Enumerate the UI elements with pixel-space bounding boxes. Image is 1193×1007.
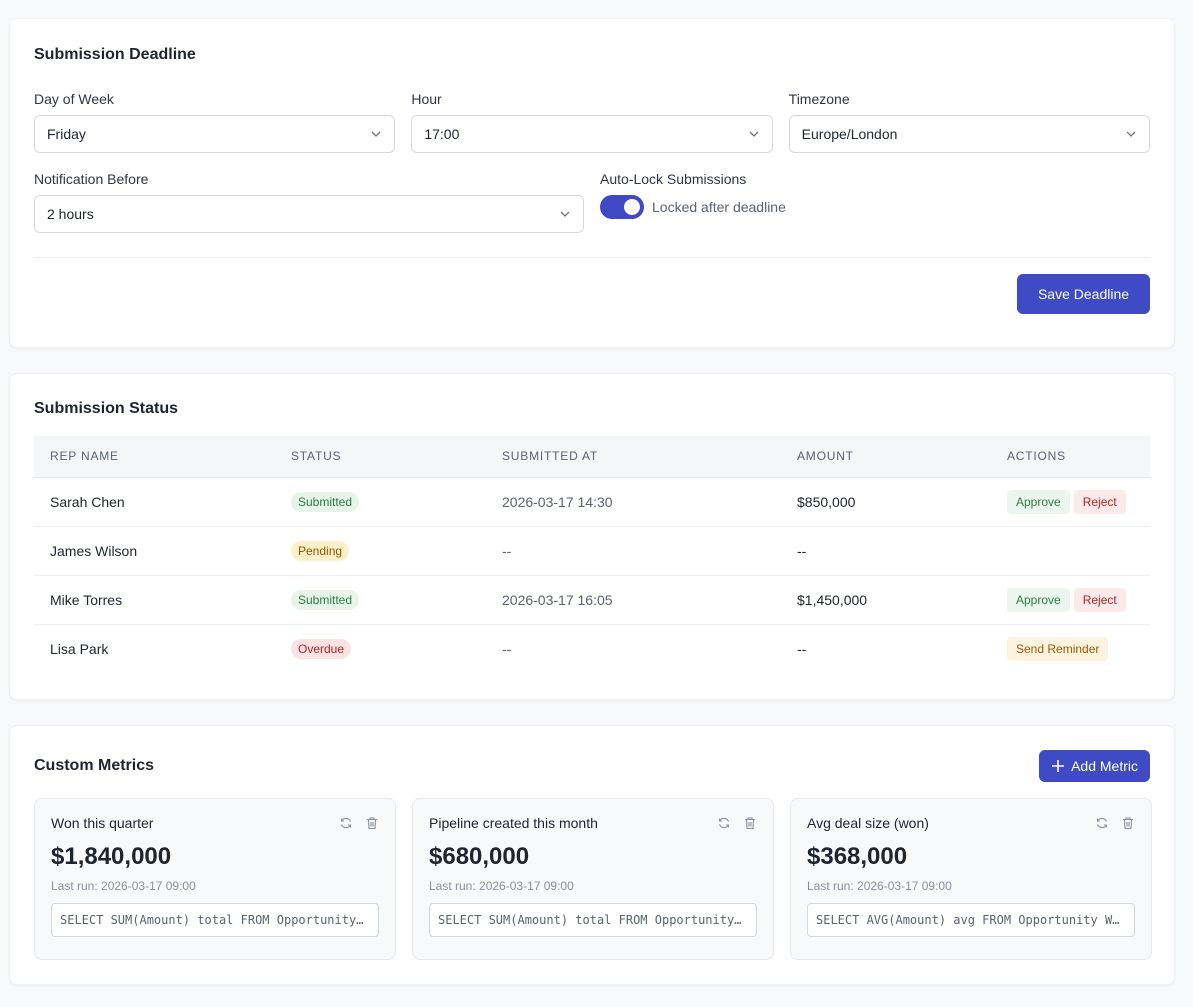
auto-lock-label: Auto-Lock Submissions	[600, 171, 747, 187]
metric-query-text: SELECT AVG(Amount) avg FROM Opportunity …	[816, 913, 1126, 927]
add-metric-label: Add Metric	[1071, 758, 1138, 774]
day-of-week-value: Friday	[47, 126, 86, 142]
metric-value: $368,000	[807, 843, 908, 870]
timezone-select[interactable]: Europe/London	[788, 115, 1150, 153]
column-header-amount: AMOUNT	[781, 436, 991, 478]
notification-before-label: Notification Before	[34, 171, 149, 187]
metric-value: $1,840,000	[51, 843, 172, 870]
status-badge: Submitted	[291, 589, 360, 610]
metric-value: $680,000	[429, 843, 530, 870]
metric-last-run: Last run: 2026-03-17 09:00	[429, 879, 574, 893]
divider	[34, 257, 1150, 258]
add-metric-button[interactable]: Add Metric	[1039, 750, 1150, 782]
table-row: Sarah Chen Submitted 2026-03-17 14:30 $8…	[34, 477, 1150, 527]
refresh-icon[interactable]	[717, 816, 731, 830]
metric-name: Avg deal size (won)	[807, 815, 929, 831]
column-header-rep-name: REP NAME	[34, 436, 275, 478]
timezone-value: Europe/London	[801, 126, 898, 142]
column-header-status: STATUS	[275, 436, 486, 478]
submitted-at: 2026-03-17 14:30	[486, 477, 781, 527]
metric-name: Pipeline created this month	[429, 815, 598, 831]
rep-name: Mike Torres	[34, 575, 275, 625]
submitted-at: --	[502, 640, 512, 657]
submitted-at: 2026-03-17 16:05	[486, 575, 781, 625]
deadline-title: Submission Deadline	[34, 46, 196, 63]
column-header-submitted-at: SUBMITTED AT	[486, 436, 781, 478]
amount: --	[797, 640, 807, 657]
submission-status-table: REP NAME STATUS SUBMITTED AT AMOUNT ACTI…	[34, 436, 1150, 673]
amount: --	[781, 526, 991, 576]
metric-last-run: Last run: 2026-03-17 09:00	[51, 879, 196, 893]
reject-button[interactable]: Reject	[1073, 587, 1126, 612]
notification-before-field: Notification Before 2 hours	[34, 171, 584, 233]
rep-name: Lisa Park	[50, 640, 109, 657]
amount: $1,450,000	[781, 575, 991, 625]
refresh-icon[interactable]	[339, 816, 353, 830]
amount: $850,000	[781, 477, 991, 527]
chevron-down-icon	[1126, 131, 1136, 137]
metric-query-text: SELECT SUM(Amount) total FROM Opportunit…	[60, 913, 370, 927]
metric-query-field[interactable]: SELECT SUM(Amount) total FROM Opportunit…	[51, 903, 379, 937]
status-badge: Overdue	[291, 638, 352, 659]
chevron-down-icon	[560, 211, 570, 217]
approve-button[interactable]: Approve	[1007, 587, 1070, 612]
custom-metrics-card: Custom Metrics Add Metric Won this quart…	[9, 725, 1175, 985]
timezone-label: Timezone	[788, 91, 850, 107]
submission-deadline-card: Submission Deadline Day of Week Friday H…	[9, 18, 1175, 348]
day-of-week-field: Day of Week Friday	[34, 91, 396, 153]
status-badge: Pending	[291, 540, 350, 561]
approve-button[interactable]: Approve	[1007, 489, 1070, 514]
metric-query-field[interactable]: SELECT AVG(Amount) avg FROM Opportunity …	[807, 903, 1135, 937]
chevron-down-icon	[371, 131, 381, 137]
notification-before-value: 2 hours	[47, 206, 94, 222]
rep-name: Sarah Chen	[34, 477, 275, 527]
hour-value: 17:00	[424, 126, 460, 142]
notification-before-select[interactable]: 2 hours	[34, 195, 584, 233]
auto-lock-field: Auto-Lock Submissions Locked after deadl…	[600, 171, 1150, 233]
metric-card: Won this quarter $1,840,000 Last run: 20…	[34, 798, 396, 960]
day-of-week-select[interactable]: Friday	[34, 115, 396, 153]
metric-query-text: SELECT SUM(Amount) total FROM Opportunit…	[438, 913, 748, 927]
submitted-at: --	[486, 526, 781, 576]
hour-select[interactable]: 17:00	[411, 115, 773, 153]
trash-icon[interactable]	[743, 816, 757, 830]
plus-icon	[1052, 760, 1065, 772]
table-row: James Wilson Pending -- --	[34, 526, 1150, 576]
chevron-down-icon	[749, 131, 759, 137]
table-row: Lisa Park Overdue -- -- Send Reminder	[34, 624, 1150, 673]
timezone-field: Timezone Europe/London	[788, 91, 1150, 153]
day-of-week-label: Day of Week	[34, 91, 114, 107]
hour-field: Hour 17:00	[411, 91, 773, 153]
rep-name: James Wilson	[34, 526, 275, 576]
refresh-icon[interactable]	[1095, 816, 1109, 830]
metric-card: Avg deal size (won) $368,000 Last run: 2…	[790, 798, 1152, 960]
trash-icon[interactable]	[1121, 816, 1135, 830]
metric-last-run: Last run: 2026-03-17 09:00	[807, 879, 952, 893]
status-title: Submission Status	[34, 400, 179, 417]
metric-name: Won this quarter	[51, 815, 154, 831]
metric-query-field[interactable]: SELECT SUM(Amount) total FROM Opportunit…	[429, 903, 757, 937]
auto-lock-toggle[interactable]	[600, 195, 644, 219]
metric-card: Pipeline created this month $680,000 Las…	[412, 798, 774, 960]
column-header-actions: ACTIONS	[991, 436, 1150, 478]
table-header-row: REP NAME STATUS SUBMITTED AT AMOUNT ACTI…	[34, 436, 1150, 478]
auto-lock-status-text: Locked after deadline	[652, 199, 786, 215]
trash-icon[interactable]	[365, 816, 379, 830]
save-deadline-button[interactable]: Save Deadline	[1017, 274, 1150, 314]
metrics-title: Custom Metrics	[34, 757, 155, 774]
table-row: Mike Torres Submitted 2026-03-17 16:05 $…	[34, 575, 1150, 625]
submission-status-card: Submission Status REP NAME STATUS SUBMIT…	[9, 373, 1175, 700]
hour-label: Hour	[411, 91, 442, 107]
reject-button[interactable]: Reject	[1073, 489, 1126, 514]
status-badge: Submitted	[291, 491, 360, 512]
send-reminder-button[interactable]: Send Reminder	[1007, 636, 1109, 661]
